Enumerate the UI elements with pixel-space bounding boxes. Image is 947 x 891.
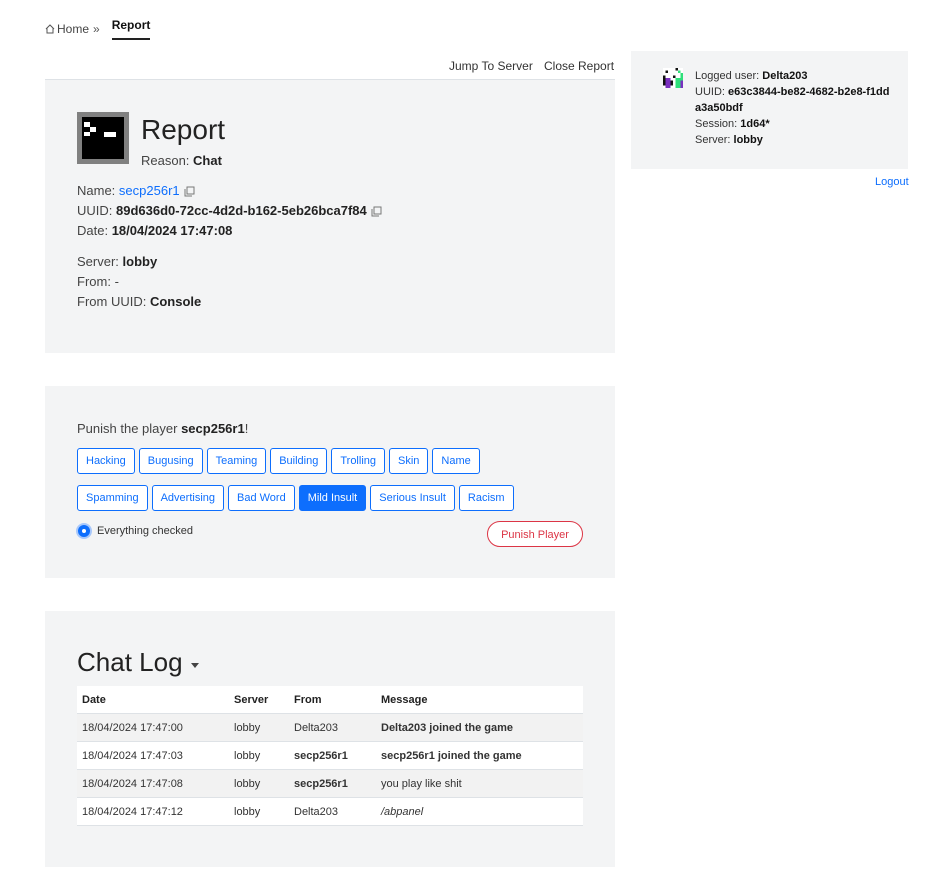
breadcrumb-home-link[interactable]: Home (45, 22, 89, 36)
reason-button-trolling[interactable]: Trolling (331, 448, 386, 474)
reason-button-building[interactable]: Building (270, 448, 328, 474)
reason-buttons-row-1: Hacking Bugusing Teaming Building Trolli… (77, 448, 480, 474)
table-row: 18/04/2024 17:47:03 lobby secp256r1 secp… (77, 741, 583, 770)
reason-button-bugusing[interactable]: Bugusing (138, 448, 203, 474)
cell-from: Delta203 (289, 797, 376, 826)
table-row: 18/04/2024 17:47:08 lobby secp256r1 you … (77, 769, 583, 798)
reason-button-skin[interactable]: Skin (389, 448, 429, 474)
page-title: Report (141, 114, 226, 145)
cell-message: secp256r1 joined the game (376, 741, 583, 770)
cell-server: lobby (229, 797, 289, 826)
cell-server: lobby (229, 741, 289, 770)
cell-from: secp256r1 (289, 741, 376, 770)
reason-button-spamming[interactable]: Spamming (77, 485, 148, 511)
player-name-link[interactable]: secp256r1 (119, 183, 180, 198)
reason-button-advertising[interactable]: Advertising (151, 485, 224, 511)
cell-date: 18/04/2024 17:47:08 (77, 769, 229, 798)
cell-message: Delta203 joined the game (376, 713, 583, 742)
reason-button-teaming[interactable]: Teaming (206, 448, 267, 474)
user-server-line: Server: lobby (695, 134, 763, 146)
cell-message: you play like shit (376, 769, 583, 798)
caret-down-icon (190, 663, 199, 668)
table-row: 18/04/2024 17:47:00 lobby Delta203 Delta… (77, 713, 583, 742)
everything-checked-radio[interactable] (76, 523, 92, 539)
chat-log-table: Date Server From Message 18/04/2024 17:4… (77, 686, 583, 826)
report-from-uuid-line: From UUID: Console (77, 294, 202, 309)
player-uuid-line: UUID: 89d636d0-72cc-4d2d-b162-5eb26bca7f… (77, 203, 382, 218)
cell-from: secp256r1 (289, 769, 376, 798)
table-header-row: Date Server From Message (77, 686, 583, 714)
column-header-from: From (289, 686, 376, 714)
reason-button-racism[interactable]: Racism (458, 485, 514, 511)
cell-server: lobby (229, 769, 289, 798)
copy-icon[interactable] (371, 205, 382, 217)
everything-checked-option[interactable]: Everything checked (76, 523, 193, 539)
everything-checked-label: Everything checked (97, 525, 193, 537)
reason-buttons-row-2: Spamming Advertising Bad Word Mild Insul… (77, 485, 514, 511)
cell-date: 18/04/2024 17:47:12 (77, 797, 229, 826)
report-date-line: Date: 18/04/2024 17:47:08 (77, 223, 233, 238)
punish-panel: Punish the player secp256r1! Hacking Bug… (45, 386, 615, 578)
chat-log-panel: Chat Log Date Server From Message 18/04/… (45, 611, 615, 867)
cell-from: Delta203 (289, 713, 376, 742)
copy-icon[interactable] (184, 185, 195, 197)
report-from-line: From: - (77, 274, 119, 289)
reason-button-name[interactable]: Name (432, 448, 480, 474)
user-info: Logged user: Delta203 UUID: e63c3844-be8… (695, 68, 895, 148)
home-icon (45, 24, 55, 34)
breadcrumb: Home » Report (45, 18, 151, 40)
column-header-server: Server (229, 686, 289, 714)
chat-log-toggle[interactable]: Chat Log (77, 647, 199, 678)
user-uuid-line: UUID: e63c3844-be82-4682-b2e8-f1dda3a50b… (695, 86, 890, 114)
breadcrumb-separator: » (93, 22, 100, 36)
player-name-line: Name: secp256r1 (77, 183, 195, 198)
table-row: 18/04/2024 17:47:12 lobby Delta203 /abpa… (77, 797, 583, 826)
report-server-line: Server: lobby (77, 254, 158, 269)
reason-button-hacking[interactable]: Hacking (77, 448, 135, 474)
reason-button-serious-insult[interactable]: Serious Insult (370, 485, 455, 511)
report-panel: Report Reason: Chat Name: secp256r1 UUID… (45, 80, 615, 353)
column-header-message: Message (376, 686, 583, 714)
chat-log-title: Chat Log (77, 647, 183, 677)
cell-message: /abpanel (376, 797, 583, 826)
player-avatar (77, 112, 129, 164)
cell-date: 18/04/2024 17:47:00 (77, 713, 229, 742)
session-line: Session: 1d64* (695, 118, 770, 130)
logged-user-line: Logged user: Delta203 (695, 70, 808, 82)
reason-button-bad-word[interactable]: Bad Word (228, 485, 295, 511)
player-uuid: 89d636d0-72cc-4d2d-b162-5eb26bca7f84 (116, 203, 367, 218)
punish-player-button[interactable]: Punish Player (487, 521, 583, 547)
user-avatar (663, 68, 683, 88)
close-report-link[interactable]: Close Report (544, 59, 614, 73)
report-reason: Reason: Chat (141, 153, 222, 168)
reason-button-mild-insult[interactable]: Mild Insult (298, 485, 367, 511)
jump-to-server-link[interactable]: Jump To Server (449, 59, 533, 73)
report-toolbar: Jump To Server Close Report (45, 52, 615, 80)
user-info-panel: Logged user: Delta203 UUID: e63c3844-be8… (631, 51, 908, 169)
punish-heading: Punish the player secp256r1! (77, 421, 249, 436)
breadcrumb-home-label: Home (57, 22, 90, 36)
cell-date: 18/04/2024 17:47:03 (77, 741, 229, 770)
column-header-date: Date (77, 686, 229, 714)
cell-server: lobby (229, 713, 289, 742)
breadcrumb-current: Report (111, 18, 151, 40)
logout-link[interactable]: Logout (875, 176, 909, 188)
